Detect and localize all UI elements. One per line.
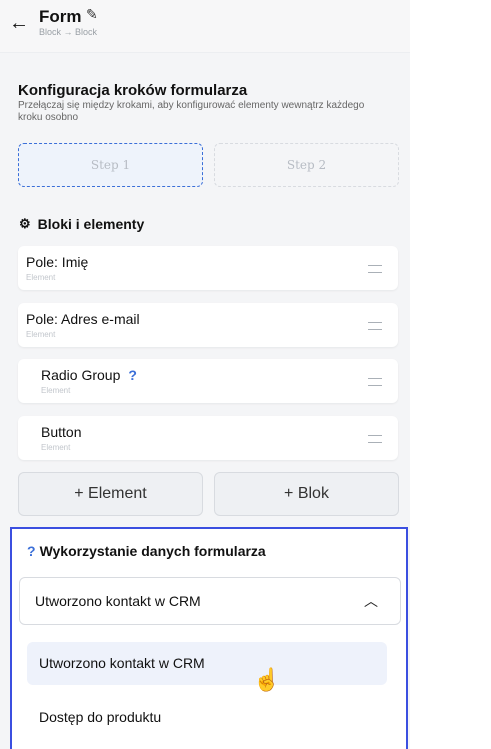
help-icon[interactable]: ? xyxy=(27,543,36,559)
item-type: Element xyxy=(26,273,56,282)
usage-title: ? Wykorzystanie danych formularza xyxy=(27,543,266,559)
blocks-heading: ⚙ Bloki i elementy xyxy=(19,216,144,232)
drag-handle-icon[interactable] xyxy=(368,265,382,273)
list-item-button[interactable]: Button Element xyxy=(18,416,398,460)
dropdown-menu: Utworzono kontakt w CRM Dostęp do produk… xyxy=(19,629,399,749)
blocks-title: Bloki i elementy xyxy=(37,216,145,232)
usage-title-text: Wykorzystanie danych formularza xyxy=(39,543,266,559)
option-label: Dostęp do produktu xyxy=(39,709,162,725)
data-usage-section: ? Wykorzystanie danych formularza Utworzo… xyxy=(10,527,408,749)
header: ← Form ✎ Block → Block xyxy=(0,0,410,53)
drag-handle-icon[interactable] xyxy=(368,378,382,386)
select-value: Utworzono kontakt w CRM xyxy=(35,593,201,609)
config-title: Konfiguracja kroków formularza xyxy=(18,82,248,99)
cube-icon: ⚙ xyxy=(19,216,31,231)
option-crm-contact[interactable]: Utworzono kontakt w CRM xyxy=(27,642,387,685)
add-block-button[interactable]: + Blok xyxy=(214,472,399,516)
chevron-up-icon[interactable]: ︿ xyxy=(364,591,378,611)
add-element-button[interactable]: + Element xyxy=(18,472,203,516)
option-label: Utworzono kontakt w CRM xyxy=(39,655,205,671)
canvas-background xyxy=(410,0,491,749)
item-name: Pole: Imię xyxy=(26,254,89,270)
sidebar-panel: ← Form ✎ Block → Block Konfiguracja krok… xyxy=(0,0,410,749)
option-product-access[interactable]: Dostęp do produktu xyxy=(27,696,387,739)
help-icon[interactable]: ? xyxy=(128,367,137,383)
drag-handle-icon[interactable] xyxy=(368,435,382,443)
item-name: Button xyxy=(41,424,82,440)
page-title: Form xyxy=(39,7,82,26)
breadcrumb: Block → Block xyxy=(39,27,98,37)
item-name-text: Radio Group xyxy=(41,367,121,383)
hand-cursor-icon: ☝ xyxy=(253,667,281,692)
pencil-icon[interactable]: ✎ xyxy=(86,6,98,23)
item-type: Element xyxy=(41,386,71,395)
item-name: Radio Group? xyxy=(41,367,137,383)
item-type: Element xyxy=(41,443,71,452)
config-description: Przełączaj się między krokami, aby konfi… xyxy=(18,100,365,123)
item-type: Element xyxy=(26,330,56,339)
step-2-button[interactable]: Step 2 xyxy=(214,143,399,187)
list-item-imie[interactable]: Pole: Imię Element xyxy=(18,246,398,290)
usage-select[interactable]: Utworzono kontakt w CRM ︿ xyxy=(19,577,401,625)
list-item-radio-group[interactable]: Radio Group? Element xyxy=(18,359,398,403)
list-item-email[interactable]: Pole: Adres e-mail Element xyxy=(18,303,398,347)
arrow-left-icon[interactable]: ← xyxy=(9,13,29,33)
drag-handle-icon[interactable] xyxy=(368,322,382,330)
item-name: Pole: Adres e-mail xyxy=(26,311,140,327)
step-1-button[interactable]: Step 1 xyxy=(18,143,203,187)
